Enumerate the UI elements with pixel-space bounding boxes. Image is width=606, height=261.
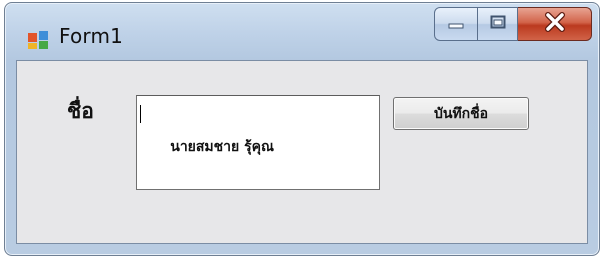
maximize-button[interactable] <box>478 7 518 41</box>
window-title: Form1 <box>59 24 124 48</box>
minimize-icon <box>447 15 465 34</box>
form1-window: Form1 ชื่อ นายสมชาย รุ้คุณ บันทึกชื่อ <box>4 2 600 256</box>
text-caret <box>140 105 141 123</box>
maximize-icon <box>489 14 507 34</box>
title-bar[interactable]: Form1 <box>5 3 599 59</box>
name-textbox-value: นายสมชาย รุ้คุณ <box>170 139 274 155</box>
save-name-button[interactable]: บันทึกชื่อ <box>393 97 529 130</box>
name-label: ชื่อ <box>67 99 94 123</box>
caption-buttons <box>434 7 592 45</box>
close-icon <box>543 12 567 36</box>
save-name-button-label: บันทึกชื่อ <box>433 105 489 122</box>
form-client-area: ชื่อ นายสมชาย รุ้คุณ บันทึกชื่อ <box>16 60 588 244</box>
close-button[interactable] <box>518 7 592 41</box>
name-textbox[interactable]: นายสมชาย รุ้คุณ <box>136 95 380 190</box>
form-icon[interactable] <box>27 30 49 50</box>
minimize-button[interactable] <box>434 7 478 41</box>
